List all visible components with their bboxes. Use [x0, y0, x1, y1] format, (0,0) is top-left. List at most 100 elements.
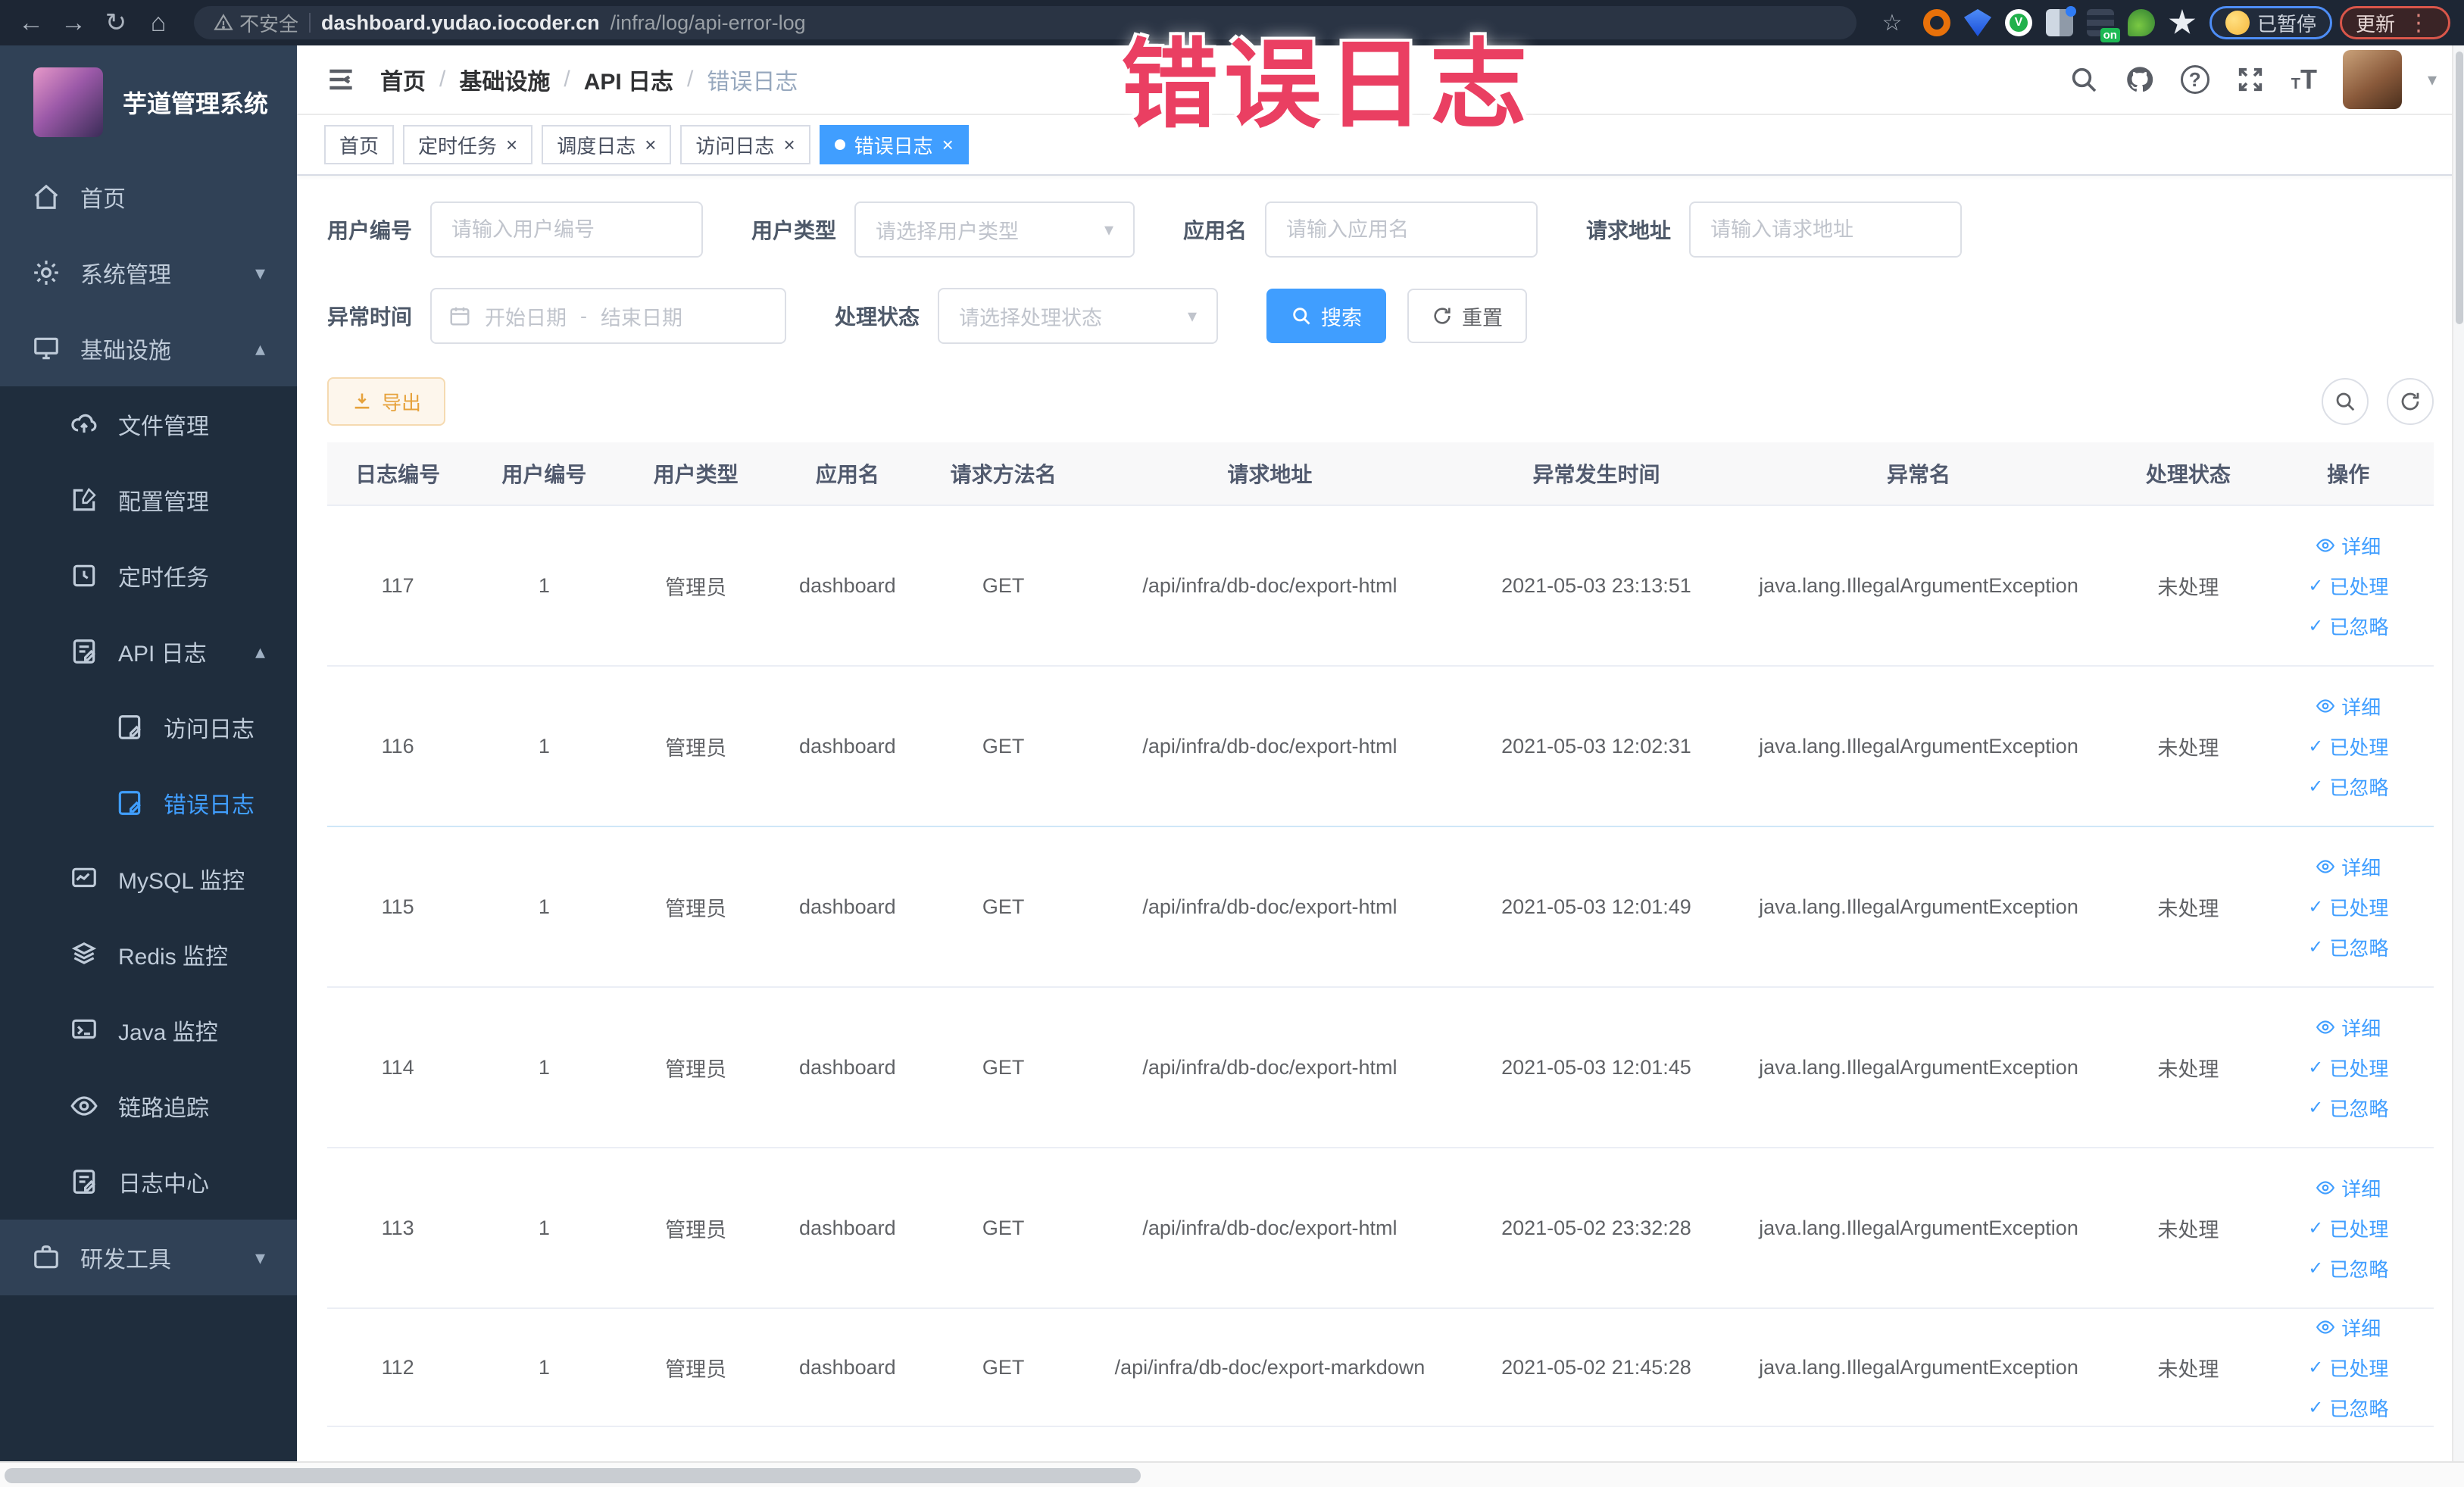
profile-paused-badge[interactable]: 已暂停 [2209, 6, 2332, 39]
user-id-input[interactable] [430, 201, 704, 258]
tab-home[interactable]: 首页 [324, 125, 395, 164]
refresh-button[interactable] [2387, 378, 2434, 425]
breadcrumb: 首页 / 基础设施 / API 日志 / 错误日志 [380, 63, 798, 96]
browser-menu-icon[interactable]: ⋮ [2403, 10, 2434, 36]
sidebar-item-trace[interactable]: 链路追踪 [0, 1068, 297, 1144]
mark-ignored-link[interactable]: ✓ 已忽略 [2308, 933, 2388, 961]
close-icon[interactable]: × [942, 133, 954, 157]
toggle-search-button[interactable] [2322, 378, 2369, 425]
vertical-scrollbar[interactable] [2452, 45, 2464, 1461]
not-secure-warning[interactable]: 不安全 [214, 9, 298, 37]
scrollbar-thumb[interactable] [2456, 52, 2463, 324]
bookmark-star-icon[interactable]: ☆ [1875, 5, 1910, 40]
search-button[interactable]: 搜索 [1266, 289, 1387, 343]
extension-icon[interactable] [1963, 9, 1991, 36]
sidebar-item-error-log[interactable]: 错误日志 [0, 765, 297, 841]
document-edit-icon [118, 715, 141, 739]
sidebar-item-java-monitor[interactable]: Java 监控 [0, 992, 297, 1068]
extension-icon[interactable]: V [2004, 9, 2032, 36]
extension-icon[interactable] [2045, 6, 2076, 36]
browser-forward-icon[interactable]: → [56, 5, 91, 40]
sidebar-item-dev-tools[interactable]: 研发工具 ▾ [0, 1220, 297, 1295]
date-range-picker[interactable]: 开始日期 - 结束日期 [430, 288, 787, 344]
tab-job-log[interactable]: 调度日志 × [542, 125, 672, 164]
breadcrumb-item[interactable]: 首页 [380, 63, 426, 96]
sidebar-item-access-log[interactable]: 访问日志 [0, 689, 297, 765]
cell-status: 未处理 [2157, 1057, 2219, 1081]
user-type-select[interactable]: 请选择用户类型 ▾ [854, 201, 1135, 258]
request-url-input[interactable] [1689, 201, 1963, 258]
detail-link[interactable]: 详细 [2316, 1014, 2381, 1042]
help-icon[interactable]: ? [2180, 65, 2209, 94]
detail-link[interactable]: 详细 [2316, 853, 2381, 881]
app-name-input[interactable] [1265, 201, 1538, 258]
scrollbar-thumb[interactable] [5, 1468, 1141, 1483]
horizontal-scrollbar[interactable] [0, 1461, 2464, 1487]
sidebar-item-log-center[interactable]: 日志中心 [0, 1144, 297, 1220]
detail-link[interactable]: 详细 [2316, 1314, 2381, 1342]
sidebar-item-home[interactable]: 首页 [0, 159, 297, 235]
mark-processed-link[interactable]: ✓ 已处理 [2308, 1054, 2388, 1082]
tab-scheduled-jobs[interactable]: 定时任务 × [403, 125, 533, 164]
eye-icon [2316, 699, 2335, 713]
process-status-select[interactable]: 请选择处理状态 ▾ [938, 288, 1219, 344]
extension-icon[interactable]: on [2086, 9, 2120, 42]
app-logo[interactable]: 芋道管理系统 [0, 45, 297, 159]
hamburger-icon[interactable] [324, 63, 358, 96]
mark-ignored-link[interactable]: ✓ 已忽略 [2308, 1254, 2388, 1282]
mark-processed-link[interactable]: ✓ 已处理 [2308, 733, 2388, 761]
sidebar-item-scheduled-jobs[interactable]: 定时任务 [0, 538, 297, 614]
sidebar-item-mysql-monitor[interactable]: MySQL 监控 [0, 841, 297, 917]
sidebar-item-api-log[interactable]: API 日志 ▴ [0, 614, 297, 689]
font-size-icon[interactable]: TT [2291, 64, 2317, 95]
breadcrumb-item[interactable]: 基础设施 [459, 63, 550, 96]
extensions-puzzle-icon[interactable] [2169, 9, 2196, 34]
cell-method: GET [982, 734, 1025, 758]
sidebar-item-config-management[interactable]: 配置管理 [0, 462, 297, 538]
check-icon: ✓ [2308, 1257, 2324, 1279]
browser-reload-icon[interactable]: ↻ [98, 5, 133, 40]
mark-ignored-link[interactable]: ✓ 已忽略 [2308, 1094, 2388, 1122]
detail-link[interactable]: 详细 [2316, 1174, 2381, 1202]
sidebar-item-infra[interactable]: 基础设施 ▴ [0, 311, 297, 386]
sidebar-item-redis-monitor[interactable]: Redis 监控 [0, 917, 297, 992]
user-avatar[interactable] [2342, 50, 2402, 109]
extension-icon[interactable] [1922, 9, 1950, 36]
github-icon[interactable] [2125, 64, 2155, 95]
mark-ignored-link[interactable]: ✓ 已忽略 [2308, 1394, 2388, 1422]
search-icon [2336, 392, 2355, 411]
chevron-down-icon[interactable]: ▾ [2428, 69, 2437, 91]
mark-processed-link[interactable]: ✓ 已处理 [2308, 572, 2388, 600]
search-icon [1293, 308, 1310, 325]
mark-ignored-link[interactable]: ✓ 已忽略 [2308, 773, 2388, 801]
mark-ignored-link[interactable]: ✓ 已忽略 [2308, 612, 2388, 640]
browser-home-icon[interactable]: ⌂ [141, 5, 176, 40]
check-icon: ✓ [2308, 1357, 2324, 1378]
browser-update-button[interactable]: 更新 ⋮ [2339, 6, 2450, 39]
close-icon[interactable]: × [645, 133, 656, 157]
home-icon [34, 184, 58, 209]
eye-icon [2316, 539, 2335, 552]
close-icon[interactable]: × [506, 133, 517, 157]
breadcrumb-item[interactable]: API 日志 [584, 63, 673, 96]
warning-triangle-icon [214, 14, 233, 30]
tab-label: 首页 [339, 134, 379, 158]
export-button[interactable]: 导出 [327, 377, 446, 426]
sidebar-item-system[interactable]: 系统管理 ▾ [0, 235, 297, 311]
breadcrumb-separator: / [687, 67, 694, 92]
extension-icon[interactable] [2127, 9, 2155, 36]
tab-error-log[interactable]: 错误日志 × [819, 125, 969, 164]
tab-access-log[interactable]: 访问日志 × [680, 125, 810, 164]
mark-processed-link[interactable]: ✓ 已处理 [2308, 1214, 2388, 1242]
address-bar[interactable]: 不安全 dashboard.yudao.iocoder.cn /infra/lo… [194, 6, 1857, 39]
browser-back-icon[interactable]: ← [14, 5, 48, 40]
mark-processed-link[interactable]: ✓ 已处理 [2308, 1354, 2388, 1382]
mark-processed-link[interactable]: ✓ 已处理 [2308, 893, 2388, 921]
close-icon[interactable]: × [783, 133, 795, 157]
detail-link[interactable]: 详细 [2316, 692, 2381, 720]
detail-link[interactable]: 详细 [2316, 532, 2381, 560]
sidebar-item-file-management[interactable]: 文件管理 [0, 386, 297, 462]
search-icon[interactable] [2069, 64, 2099, 95]
reset-button[interactable]: 重置 [1407, 289, 1528, 343]
fullscreen-icon[interactable] [2235, 64, 2266, 95]
